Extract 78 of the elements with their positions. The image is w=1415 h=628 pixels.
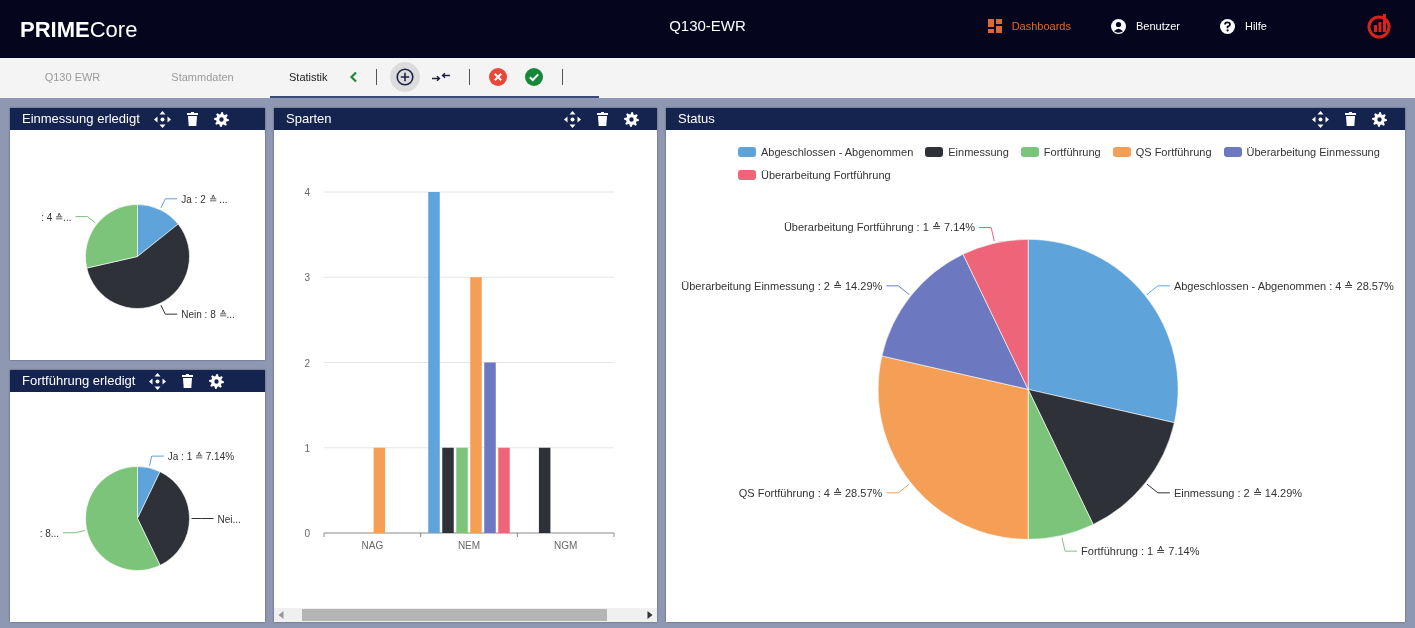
check-icon [524, 68, 543, 86]
data-label: Einmessung : 2 ≙ 14.29% [1173, 486, 1303, 499]
leader-line [1146, 483, 1171, 494]
data-label: : 8... [39, 527, 60, 539]
plus-circle-icon [395, 68, 414, 86]
panel-title: Sparten [286, 110, 332, 129]
move-icon[interactable] [564, 110, 581, 128]
tab[interactable]: Statistik [270, 58, 342, 98]
help-icon [1220, 18, 1235, 34]
data-label: Überarbeitung Fortführung : 1 ≙ 7.14% [783, 221, 976, 234]
legend-label: QS Fortführung [1135, 145, 1212, 160]
leader-line [160, 198, 178, 209]
data-label: QS Fortführung : 4 ≙ 28.57% [738, 486, 883, 499]
data-label: Fortführung : 1 ≙ 7.14% [1081, 545, 1200, 558]
leader-line [1146, 285, 1171, 296]
data-label: Ja : 1 ≙ 7.14% [167, 451, 235, 463]
panel-title: Status [678, 110, 715, 129]
legend-item[interactable]: Überarbeitung Fortführung [738, 166, 891, 183]
user-icon [1110, 18, 1126, 34]
axis-tick-label: 0 [304, 528, 310, 539]
leader-line [978, 227, 995, 242]
leader-line [74, 216, 96, 224]
axis-category-label: NEM [457, 540, 481, 551]
legend-label: Einmessung [948, 145, 1009, 160]
panel-title: Fortführung erledigt [22, 372, 136, 391]
settings-icon[interactable] [1372, 111, 1387, 127]
data-label: Ja : 2 ≙ ... [181, 193, 228, 205]
panel-title: Einmessung erledigt [22, 110, 140, 129]
legend-label: Überarbeitung Einmessung [1246, 145, 1380, 160]
delete-icon[interactable] [182, 374, 194, 388]
app-title: Q130-EWR [669, 15, 746, 36]
axis-tick-label: 4 [304, 187, 310, 198]
leader-line [191, 518, 214, 519]
leader-line [1061, 537, 1078, 552]
data-label: : 4 ≙... [41, 211, 72, 223]
chevron-left-icon [348, 71, 359, 83]
horizontal-scrollbar[interactable] [274, 608, 657, 622]
legend-label: Abgeschlossen - Abgenommen [761, 145, 914, 160]
delete-icon[interactable] [1345, 112, 1356, 126]
legend-label: Überarbeitung Fortführung [761, 167, 891, 183]
move-icon[interactable] [153, 110, 171, 128]
arrows-inward-icon [431, 71, 450, 83]
add-button[interactable] [389, 62, 420, 92]
leader-line [62, 530, 86, 534]
move-icon[interactable] [1312, 110, 1329, 128]
delete-icon[interactable] [597, 112, 608, 126]
axis-tick-label: 2 [304, 357, 310, 369]
nav-link[interactable]: Dashboards [987, 17, 1071, 35]
axis-tick-label: 3 [304, 272, 310, 284]
dashboard-icon [987, 19, 1002, 33]
leader-line [149, 455, 165, 467]
delete-icon[interactable] [186, 112, 198, 126]
legend-item[interactable]: Fortführung [1020, 144, 1101, 161]
brand-logo: PRIMECore [20, 15, 138, 42]
legend-item[interactable]: Einmessung [925, 144, 1009, 161]
settings-icon[interactable] [624, 111, 639, 127]
move-icon[interactable] [149, 372, 167, 390]
data-label: Nei... [217, 513, 241, 525]
legend-label: Fortführung [1043, 145, 1101, 160]
data-label: Abgeschlossen - Abgenommen : 4 ≙ 28.57% [1173, 279, 1394, 292]
data-label: Überarbeitung Einmessung : 2 ≙ 14.29% [681, 279, 883, 292]
nav-link[interactable]: Hilfe [1220, 17, 1267, 35]
axis-tick-label: 1 [304, 442, 310, 454]
logo-icon [1367, 13, 1391, 39]
nav-link[interactable]: Benutzer [1110, 17, 1180, 35]
leader-line [885, 285, 910, 296]
settings-icon[interactable] [209, 373, 225, 389]
leader-line [885, 483, 910, 494]
leader-line [160, 304, 178, 315]
close-icon [488, 68, 507, 86]
legend-item[interactable]: Überarbeitung Einmessung [1223, 144, 1380, 161]
axis-category-label: NAG [361, 540, 384, 551]
data-label: Nein : 8 ≙... [181, 309, 235, 321]
scroll-thumb[interactable] [302, 609, 607, 621]
legend-item[interactable]: Abgeschlossen - Abgenommen [738, 144, 914, 161]
settings-icon[interactable] [213, 111, 229, 127]
axis-category-label: NGM [554, 540, 578, 551]
legend-item[interactable]: QS Fortführung [1112, 144, 1212, 161]
